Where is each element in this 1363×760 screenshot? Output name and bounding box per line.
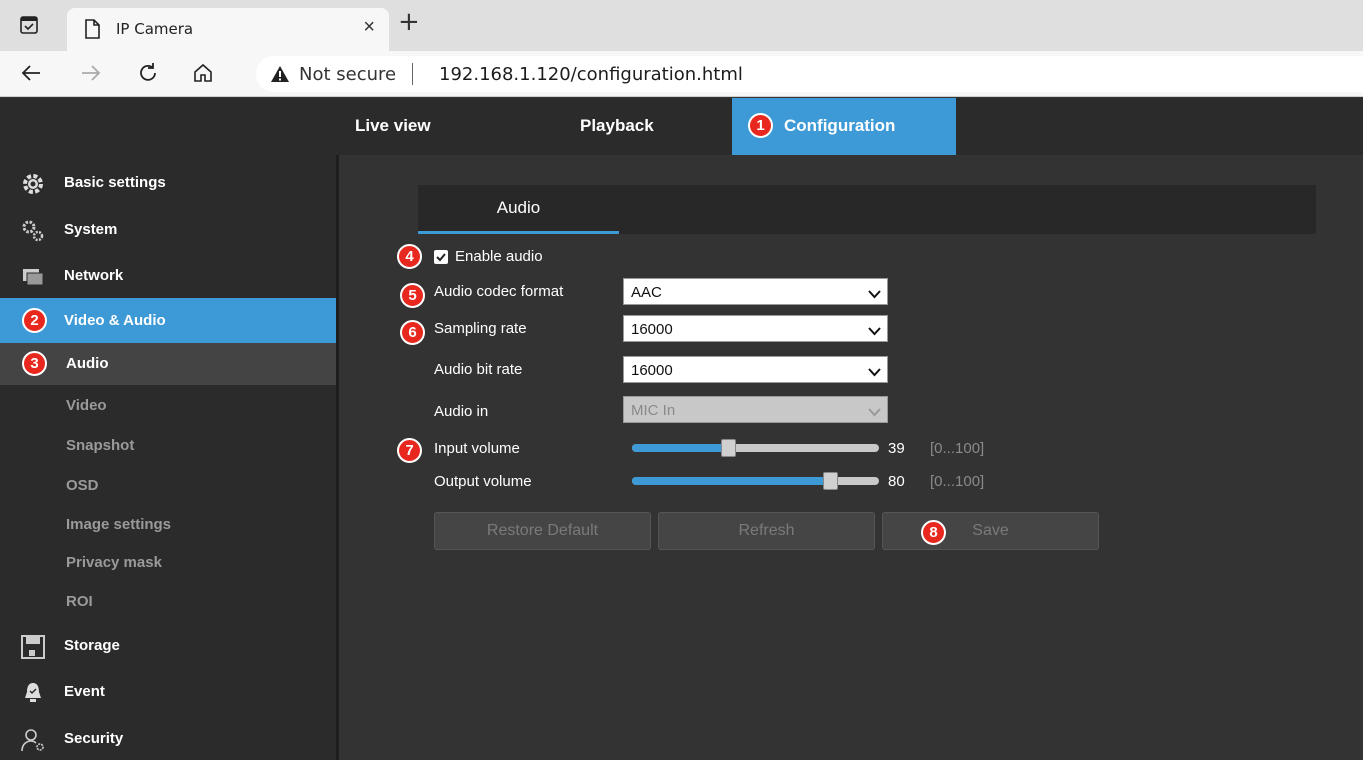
close-icon[interactable]: × <box>363 17 375 37</box>
url-text[interactable]: 192.168.1.120/configuration.html <box>439 64 743 85</box>
tab-playback[interactable]: Playback <box>580 98 654 155</box>
tab-title: IP Camera <box>116 20 194 38</box>
subtab-bar: Audio <box>418 185 1316 234</box>
audio-in-value: MIC In <box>631 402 676 419</box>
tab-label: Playback <box>580 116 654 135</box>
tab-live-view[interactable]: Live view <box>355 98 431 155</box>
output-volume-slider[interactable] <box>632 472 879 490</box>
bitrate-value: 16000 <box>631 362 673 379</box>
callout-badge: 1 <box>748 113 773 138</box>
chevron-down-icon <box>868 404 881 421</box>
tab-label: Configuration <box>784 116 896 135</box>
user-gear-icon <box>20 727 46 753</box>
output-volume-value: 80 <box>888 473 905 490</box>
sidebar-item-label: System <box>64 221 118 238</box>
bell-icon <box>20 680 46 706</box>
audio-in-select[interactable]: MIC In <box>623 396 888 423</box>
back-arrow-icon[interactable] <box>18 60 44 86</box>
sidebar-item-privacy-mask[interactable]: Privacy mask <box>66 554 162 571</box>
input-volume-label: Input volume <box>434 440 520 457</box>
sidebar-item-video-audio[interactable]: Video & Audio <box>0 298 336 343</box>
refresh-icon[interactable] <box>135 60 161 86</box>
sidebar-item-snapshot[interactable]: Snapshot <box>66 437 134 454</box>
sidebar-item-basic-settings[interactable]: Basic settings <box>0 162 336 204</box>
output-volume-range: [0...100] <box>930 473 985 490</box>
sidebar-item-storage[interactable]: Storage <box>0 625 336 667</box>
codec-label: Audio codec format <box>434 283 564 300</box>
chevron-down-icon <box>868 323 881 340</box>
new-tab-button[interactable]: + <box>398 9 420 35</box>
input-volume-value: 39 <box>888 440 905 457</box>
enable-audio-label: Enable audio <box>455 248 543 265</box>
forward-arrow-icon[interactable] <box>78 60 104 86</box>
sidebar-item-label: Audio <box>66 355 109 372</box>
sidebar-item-label: Basic settings <box>64 174 166 191</box>
sidebar-item-label: Video & Audio <box>64 312 166 329</box>
network-icon <box>20 264 46 290</box>
sidebar-item-network[interactable]: Network <box>0 255 336 297</box>
warning-icon[interactable] <box>270 65 290 88</box>
sidebar-item-roi[interactable]: ROI <box>66 593 93 610</box>
url-separator <box>412 63 413 85</box>
home-icon[interactable] <box>190 60 216 86</box>
tab-audio[interactable]: Audio <box>418 185 619 234</box>
sidebar-item-label: Network <box>64 267 124 284</box>
chevron-down-icon <box>868 286 881 303</box>
callout-badge: 2 <box>22 308 47 333</box>
input-volume-slider[interactable] <box>632 439 879 457</box>
sidebar-item-osd[interactable]: OSD <box>66 477 99 494</box>
security-label[interactable]: Not secure <box>299 64 396 85</box>
sidebar-item-security[interactable]: Security <box>0 718 336 760</box>
slider-thumb[interactable] <box>721 439 737 457</box>
app-header: Live view Playback Configuration <box>0 98 1363 155</box>
sidebar-item-audio[interactable]: Audio <box>0 343 336 385</box>
sidebar-item-label: Storage <box>64 637 120 654</box>
codec-value: AAC <box>631 284 662 301</box>
callout-badge: 6 <box>400 320 425 345</box>
callout-badge: 7 <box>397 438 422 463</box>
browser-toolbar: Not secure 192.168.1.120/configuration.h… <box>0 51 1363 97</box>
callout-badge: 3 <box>22 351 47 376</box>
slider-thumb[interactable] <box>822 472 838 490</box>
bitrate-label: Audio bit rate <box>434 361 523 378</box>
restore-default-button[interactable]: Restore Default <box>434 512 651 550</box>
page-icon <box>84 19 100 39</box>
gear-icon <box>20 171 46 197</box>
browser-tab-bar: IP Camera × + <box>0 0 1363 51</box>
chevron-down-icon <box>868 364 881 381</box>
bit-rate-select[interactable]: 16000 <box>623 356 888 383</box>
callout-badge: 4 <box>397 244 422 269</box>
callout-badge: 8 <box>921 520 946 545</box>
enable-audio-checkbox[interactable] <box>434 250 448 264</box>
refresh-button[interactable]: Refresh <box>658 512 875 550</box>
sidebar-item-video[interactable]: Video <box>66 397 107 414</box>
address-bar[interactable]: Not secure 192.168.1.120/configuration.h… <box>256 56 1363 92</box>
browser-tab[interactable]: IP Camera × <box>67 8 389 51</box>
audio-in-label: Audio in <box>434 403 489 420</box>
save-button[interactable]: Save <box>882 512 1099 550</box>
tab-label: Live view <box>355 116 431 135</box>
floppy-icon <box>20 634 46 660</box>
output-volume-label: Output volume <box>434 473 532 490</box>
sampling-value: 16000 <box>631 321 673 338</box>
sampling-label: Sampling rate <box>434 320 527 337</box>
sidebar-item-label: Event <box>64 683 105 700</box>
input-volume-range: [0...100] <box>930 440 985 457</box>
codec-select[interactable]: AAC <box>623 278 888 305</box>
gears-icon <box>20 218 46 244</box>
callout-badge: 5 <box>400 283 425 308</box>
content-area <box>339 155 1363 760</box>
tab-actions-icon[interactable] <box>18 14 40 36</box>
slider-fill <box>632 444 729 452</box>
sidebar-item-system[interactable]: System <box>0 209 336 251</box>
sidebar-item-label: Security <box>64 730 124 747</box>
sidebar-item-image-settings[interactable]: Image settings <box>66 516 171 533</box>
sidebar-item-event[interactable]: Event <box>0 671 336 713</box>
sampling-rate-select[interactable]: 16000 <box>623 315 888 342</box>
slider-fill <box>632 477 830 485</box>
check-icon <box>436 253 446 262</box>
